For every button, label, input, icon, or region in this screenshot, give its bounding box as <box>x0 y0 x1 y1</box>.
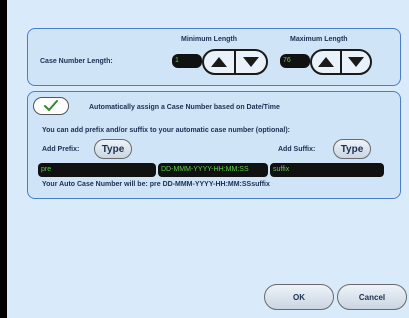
min-decrement-button[interactable] <box>234 51 266 73</box>
arrow-up-icon <box>318 57 334 67</box>
cancel-button[interactable]: Cancel <box>337 284 407 310</box>
min-length-stepper[interactable] <box>202 49 268 75</box>
ok-button[interactable]: OK <box>264 284 334 310</box>
add-suffix-label: Add Suffix: <box>278 146 316 153</box>
add-prefix-label: Add Prefix: <box>42 146 80 153</box>
max-decrement-button[interactable] <box>340 51 370 73</box>
arrow-down-icon <box>348 57 364 67</box>
prefix-type-button[interactable]: Type <box>94 139 132 159</box>
auto-assign-label: Automatically assign a Case Number based… <box>89 104 280 111</box>
case-length-label: Case Number Length: <box>40 58 113 65</box>
min-length-field[interactable]: 1 <box>172 54 202 68</box>
max-length-header: Maximum Length <box>290 36 348 43</box>
max-increment-button[interactable] <box>312 51 340 73</box>
arrow-up-icon <box>211 57 227 67</box>
max-length-field[interactable]: 76 <box>280 54 310 68</box>
suffix-type-button[interactable]: Type <box>333 139 371 159</box>
datetime-format-field: DD-MMM-YYYY-HH:MM:SS <box>158 163 268 177</box>
dialog-window: Minimum Length Maximum Length Case Numbe… <box>0 0 409 318</box>
left-edge-bar <box>0 0 7 318</box>
suffix-field[interactable]: suffix <box>270 163 384 177</box>
auto-case-number-preview: Your Auto Case Number will be: pre DD-MM… <box>42 181 270 188</box>
checkmark-icon <box>44 100 58 111</box>
min-length-header: Minimum Length <box>181 36 237 43</box>
prefix-field[interactable]: pre <box>38 163 156 177</box>
auto-assign-checkbox[interactable] <box>33 97 69 115</box>
arrow-down-icon <box>243 57 259 67</box>
max-length-stepper[interactable] <box>310 49 372 75</box>
min-increment-button[interactable] <box>204 51 234 73</box>
prefix-suffix-info: You can add prefix and/or suffix to your… <box>42 127 291 134</box>
